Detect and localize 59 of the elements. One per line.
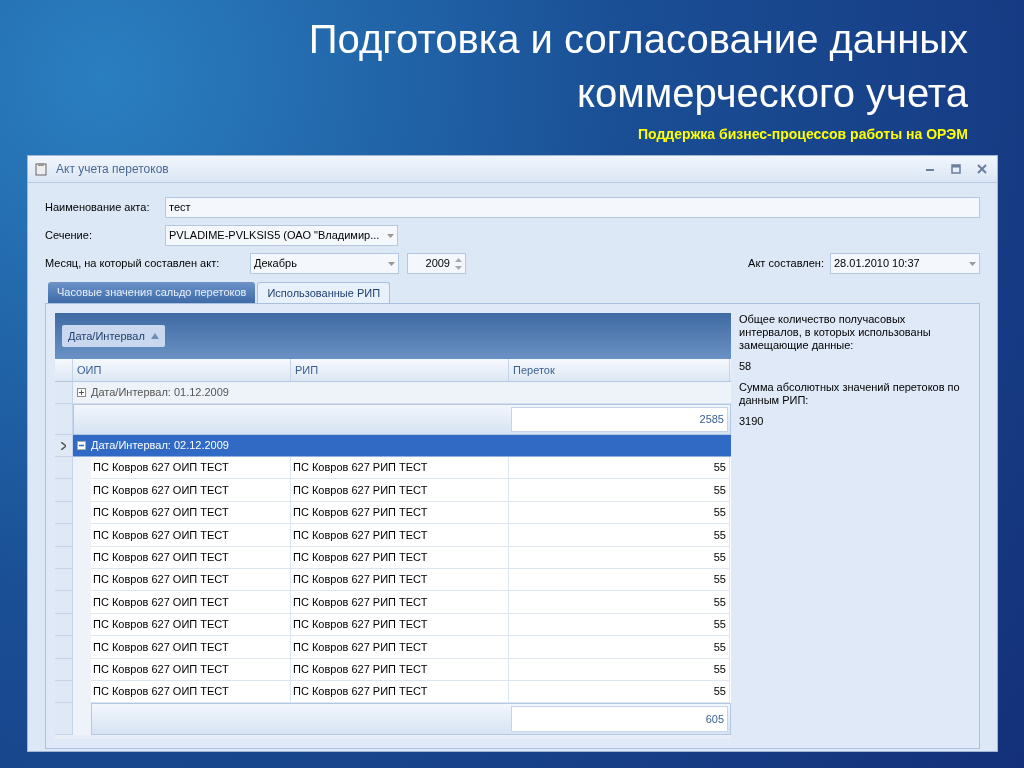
table-cell: ПС Ковров 627 РИП ТЕСТ — [291, 658, 509, 681]
caret-icon — [387, 233, 394, 238]
slide-title: Подготовка и согласование данных — [308, 16, 968, 63]
table-cell: 55 — [509, 591, 730, 614]
table-cell: ПС Ковров 627 РИП ТЕСТ — [291, 524, 509, 547]
table-cell: 55 — [509, 524, 730, 547]
total-value: 2585 — [511, 407, 728, 432]
slide-title: коммерческого учета — [576, 70, 968, 117]
column-header[interactable]: Переток — [509, 359, 730, 381]
caret-icon — [969, 261, 976, 266]
total-value: 605 — [511, 706, 728, 733]
indent-cell — [73, 703, 91, 736]
row-indicator[interactable] — [55, 435, 73, 457]
collapse-icon[interactable] — [77, 441, 86, 450]
table-cell: ПС Ковров 627 РИП ТЕСТ — [291, 546, 509, 569]
section-dropdown[interactable]: PVLADIME-PVLKSIS5 (ОАО "Владимир... — [165, 225, 398, 246]
table-cell: ПС Ковров 627 ОИП ТЕСТ — [91, 658, 291, 681]
group-row[interactable]: Дата/Интервал: 01.12.2009 — [73, 382, 731, 404]
table-cell: ПС Ковров 627 РИП ТЕСТ — [291, 591, 509, 614]
spin-arrows-icon — [455, 257, 462, 270]
expand-icon[interactable] — [77, 388, 86, 397]
field-label: Акт составлен: — [748, 256, 824, 272]
tab[interactable]: Часовые значения сальдо перетоков — [48, 282, 256, 303]
table-cell: ПС Ковров 627 ОИП ТЕСТ — [91, 546, 291, 569]
clipboard-icon — [34, 162, 48, 176]
summary-value: 3190 — [739, 413, 765, 429]
field-label: Месяц, на который составлен акт: — [45, 256, 221, 272]
row-pointer-icon — [61, 441, 66, 450]
group-row[interactable]: Дата/Интервал: 02.12.2009 — [73, 435, 731, 457]
table-cell: ПС Ковров 627 ОИП ТЕСТ — [91, 479, 291, 502]
field-label: Наименование акта: — [45, 200, 151, 216]
table-cell: 55 — [509, 546, 730, 569]
summary-value: 58 — [739, 359, 753, 374]
sort-up-icon — [150, 333, 159, 339]
table-cell: 55 — [509, 479, 730, 502]
indent-cell — [73, 457, 91, 480]
table-cell: ПС Ковров 627 ОИП ТЕСТ — [91, 591, 291, 614]
date-dropdown[interactable]: 28.01.2010 10:37 — [830, 253, 980, 274]
summary-label: Сумма абсолютных значений перетоков по данным РИП: — [739, 380, 961, 407]
maximize-icon[interactable] — [951, 164, 961, 174]
month-dropdown[interactable]: Декабрь — [250, 253, 399, 274]
column-header[interactable]: РИП — [291, 359, 509, 381]
table-cell: ПС Ковров 627 ОИП ТЕСТ — [91, 524, 291, 547]
window-title: Акт учета перетоков — [56, 161, 169, 178]
close-icon[interactable] — [977, 164, 987, 174]
table-cell: ПС Ковров 627 РИП ТЕСТ — [291, 479, 509, 502]
table-cell: ПС Ковров 627 РИП ТЕСТ — [291, 636, 509, 659]
summary-label: Общее количество получасовых интервалов, в которых использованы замещающие данные: — [739, 313, 932, 352]
caret-icon — [388, 261, 395, 266]
field-label: Сечение: — [45, 228, 93, 244]
name-field[interactable]: тест — [165, 197, 980, 218]
column-header[interactable]: ОИП — [73, 359, 291, 381]
slide-subtitle: Поддержка бизнес-процессов работы на ОРЭМ — [638, 125, 968, 144]
group-by-chip[interactable]: Дата/Интервал — [62, 325, 165, 347]
table-cell: 55 — [509, 636, 730, 659]
table-cell: ПС Ковров 627 ОИП ТЕСТ — [91, 636, 291, 659]
table-cell: 55 — [509, 658, 730, 681]
year-spinner[interactable]: 2009 — [407, 253, 466, 274]
tab[interactable]: Использованные РИП — [257, 282, 391, 303]
